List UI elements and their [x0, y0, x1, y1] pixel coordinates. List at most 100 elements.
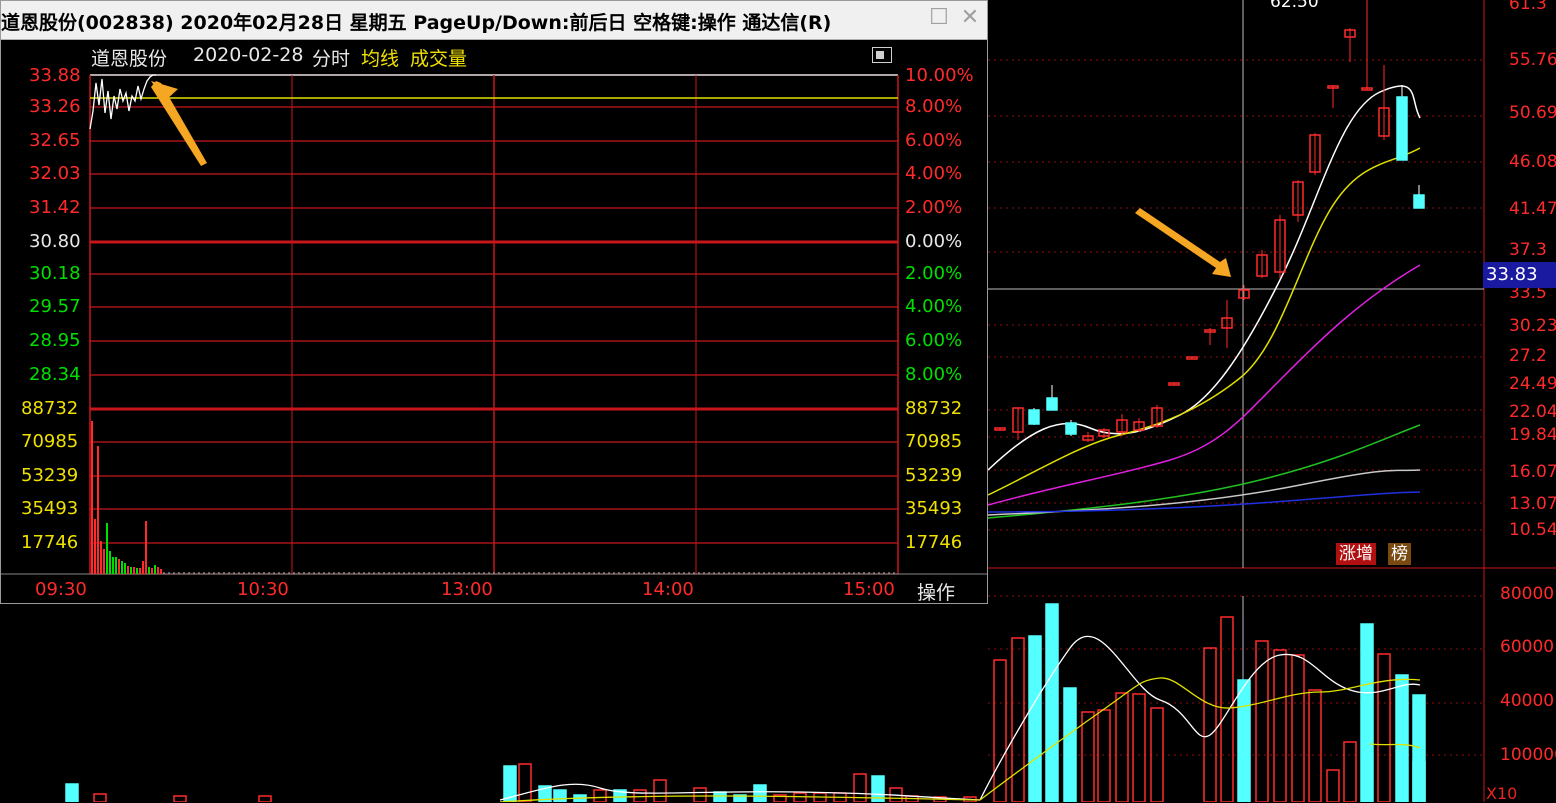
volume-bar [1395, 674, 1409, 802]
volume-bar [593, 789, 607, 802]
intraday-percent-label: 4.00% [905, 296, 963, 317]
volume-axis-label: 80000 [1500, 584, 1555, 604]
volume-bar [1343, 741, 1357, 802]
volume-bar [1237, 679, 1251, 802]
volume-bar [1220, 616, 1234, 802]
intraday-volume-label: 70985 [21, 431, 79, 452]
volume-bar [553, 789, 567, 802]
daily-axis-label: 37.3 [1509, 240, 1547, 260]
maximize-icon[interactable]: ☐ [928, 7, 950, 29]
daily-axis-label: 16.07 [1509, 462, 1556, 482]
daily-axis-label: 22.04 [1509, 402, 1556, 422]
annotation-arrow-intraday [151, 81, 207, 166]
daily-axis-label: 50.69 [1509, 103, 1556, 123]
operate-button[interactable]: 操作 [917, 578, 955, 605]
intraday-chart[interactable] [1, 39, 987, 605]
daily-axis-label: 41.47 [1509, 199, 1556, 219]
volume-bar [1273, 649, 1287, 802]
intraday-percent-label: 2.00% [905, 263, 963, 284]
intraday-percent-label: 6.00% [905, 130, 963, 151]
volume-bar [1011, 637, 1025, 802]
volume-bar [1132, 693, 1146, 802]
intraday-price-label: 32.65 [29, 130, 81, 151]
moving-average-line [987, 491, 1421, 513]
intraday-volume-label: 35493 [21, 498, 79, 519]
intraday-price-label: 28.34 [29, 364, 81, 385]
intraday-percent-label: 4.00% [905, 163, 963, 184]
intraday-volume-label: 53239 [21, 465, 79, 486]
moving-average-line [987, 147, 1421, 496]
intraday-popup-window[interactable]: 道恩股份(002838) 2020年02月28日 星期五 PageUp/Down… [0, 0, 988, 604]
moving-average-line [987, 85, 1421, 471]
intraday-volume-label: 17746 [905, 532, 963, 553]
candle-body [1046, 397, 1058, 411]
daily-axis-label: 55.76 [1509, 50, 1556, 70]
close-icon[interactable]: ✕ [959, 7, 981, 29]
volume-bar [1115, 692, 1129, 802]
daily-axis-label: 27.2 [1509, 346, 1547, 366]
daily-axis-label: 24.49 [1509, 374, 1556, 394]
intraday-price-label: 30.80 [29, 231, 81, 252]
intraday-time-label: 13:00 [441, 579, 493, 600]
volume-bar [993, 659, 1007, 802]
volume-bar [793, 792, 807, 802]
intraday-volume-label: 70985 [905, 431, 963, 452]
current-price-tag: 33.83 [1483, 262, 1556, 288]
intraday-price-label: 29.57 [29, 296, 81, 317]
popup-title: 道恩股份(002838) 2020年02月28日 星期五 PageUp/Down… [1, 12, 832, 34]
daily-axis-label: 61.3 [1509, 0, 1547, 14]
board-tag[interactable]: 榜 [1388, 543, 1411, 565]
volume-bar [1045, 603, 1059, 802]
volume-bar [1028, 635, 1042, 802]
intraday-price-label: 28.95 [29, 330, 81, 351]
intraday-percent-label: 8.00% [905, 96, 963, 117]
candle-body [1028, 409, 1040, 425]
intraday-volume-label: 35493 [905, 498, 963, 519]
annotation-arrow-daily [1135, 208, 1231, 277]
daily-high-label: 62.50 [1270, 0, 1319, 12]
volume-bar [258, 795, 272, 802]
volume-axis-label: 100000 [1500, 745, 1556, 765]
intraday-volume-label: 88732 [21, 398, 79, 419]
volume-bar [653, 779, 667, 802]
volume-bar [1360, 623, 1374, 802]
volume-bar [1308, 689, 1322, 802]
intraday-time-label: 15:00 [843, 579, 895, 600]
intraday-time-label: 09:30 [35, 579, 87, 600]
volume-bar [1377, 653, 1391, 802]
volume-bar [1291, 654, 1305, 802]
volume-bar [693, 787, 707, 802]
daily-axis-label: 30.23 [1509, 316, 1556, 336]
daily-axis-label: 13.07 [1509, 494, 1556, 514]
volume-bar [173, 795, 187, 802]
candle-body [1396, 96, 1408, 161]
intraday-price-label: 30.18 [29, 263, 81, 284]
daily-axis-label: 19.84 [1509, 425, 1556, 445]
volume-bar [1326, 769, 1340, 802]
intraday-volume-label: 17746 [21, 532, 79, 553]
volume-bar [1063, 687, 1077, 802]
intraday-price-label: 33.26 [29, 96, 81, 117]
intraday-price-line [89, 74, 156, 130]
volume-bar [1097, 709, 1111, 802]
intraday-time-label: 10:30 [237, 579, 289, 600]
volume-bar [713, 791, 727, 802]
volume-bar [518, 763, 532, 802]
popup-title-bar[interactable]: 道恩股份(002838) 2020年02月28日 星期五 PageUp/Down… [1, 1, 987, 40]
intraday-volume-label: 53239 [905, 465, 963, 486]
moving-average-line [987, 264, 1421, 506]
intraday-percent-label: 10.00% [905, 65, 974, 86]
volume-bar [1203, 647, 1217, 802]
limit-up-tag[interactable]: 涨增 [1336, 543, 1376, 565]
volume-bar [93, 793, 107, 802]
candle-body [1413, 194, 1425, 209]
candle-body [1065, 422, 1077, 435]
intraday-percent-label: 6.00% [905, 330, 963, 351]
intraday-price-label: 31.42 [29, 197, 81, 218]
intraday-percent-label: 0.00% [905, 231, 963, 252]
daily-axis-label: 46.08 [1509, 152, 1556, 172]
volume-unit: X10 [1486, 784, 1518, 803]
volume-bar [1081, 711, 1095, 802]
intraday-price-label: 32.03 [29, 163, 81, 184]
intraday-percent-label: 2.00% [905, 197, 963, 218]
